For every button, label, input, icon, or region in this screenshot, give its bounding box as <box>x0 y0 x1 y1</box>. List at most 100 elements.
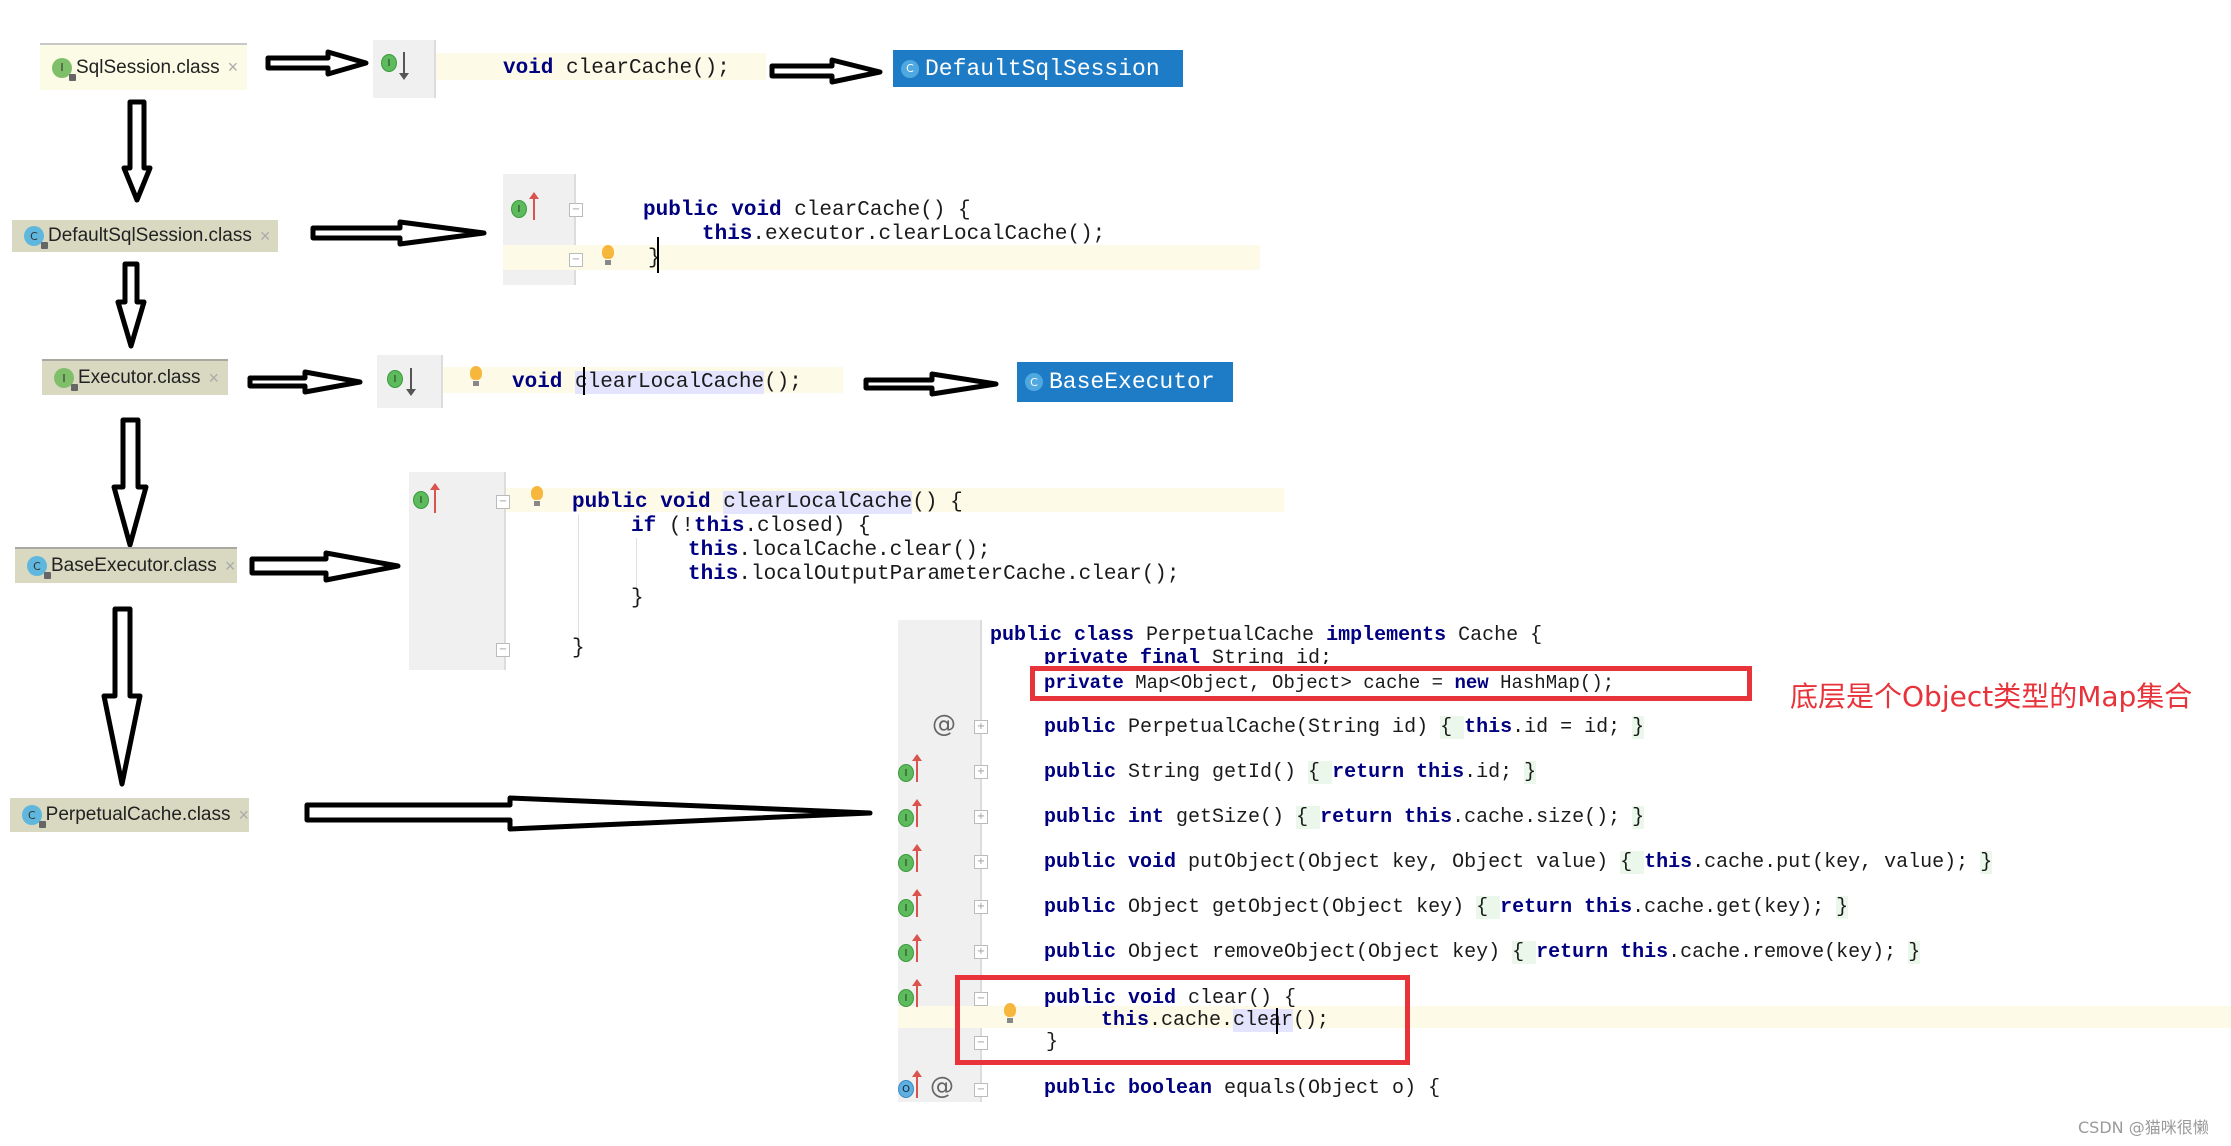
implements-arrow-icon <box>912 799 922 827</box>
implementation-popup-item[interactable]: C DefaultSqlSession <box>893 50 1183 87</box>
implements-method-icon[interactable]: I <box>511 200 527 218</box>
lock-icon <box>71 384 78 391</box>
highlight-box-cache-field <box>1030 666 1752 701</box>
tab-perpetualcache[interactable]: C PerpetualCache.class × <box>10 798 249 832</box>
tab-label: PerpetualCache.class <box>45 804 231 825</box>
fold-icon[interactable]: − <box>496 643 510 657</box>
close-icon[interactable]: × <box>228 57 239 78</box>
watermark: CSDN @猫咪很懒 <box>2078 1118 2209 1137</box>
implementation-label: BaseExecutor <box>1049 369 1215 395</box>
text-caret <box>657 237 659 273</box>
implemented-interface-icon[interactable]: I <box>381 54 397 72</box>
implements-method-icon[interactable]: I <box>898 854 914 872</box>
fold-icon[interactable]: − <box>974 1083 988 1097</box>
close-icon[interactable]: × <box>260 226 271 247</box>
fold-icon[interactable]: − <box>569 203 583 217</box>
interface-icon: I <box>54 368 78 391</box>
overrides-arrow-icon <box>912 1070 922 1098</box>
fold-expand-icon[interactable]: + <box>974 810 988 824</box>
code-line: this.localCache.clear(); <box>688 539 991 562</box>
annotation-marker-icon[interactable]: @ <box>930 1072 954 1100</box>
arrow-down-2 <box>115 261 147 349</box>
close-icon[interactable]: × <box>238 805 249 826</box>
lock-icon <box>38 821 46 828</box>
tab-sqlsession[interactable]: I SqlSession.class × <box>40 43 247 90</box>
highlight-box-clear-method <box>955 975 1410 1065</box>
implements-arrow-icon <box>912 754 922 782</box>
class-icon: C <box>22 805 46 828</box>
lock-icon <box>41 242 48 249</box>
code-line: private final String id; <box>1044 647 1333 664</box>
code-line: public void clearLocalCache() { <box>572 491 963 514</box>
class-icon: C <box>27 556 51 579</box>
implemented-by-arrow-icon <box>406 368 416 396</box>
code-line: public String getId() { return this.id; … <box>1044 761 1537 784</box>
tab-baseexecutor[interactable]: C BaseExecutor.class × <box>15 547 237 583</box>
implements-method-icon[interactable]: I <box>898 899 914 917</box>
fold-expand-icon[interactable]: + <box>974 900 988 914</box>
code-line: this.executor.clearLocalCache(); <box>702 223 1106 246</box>
implements-arrow-icon <box>912 979 922 1007</box>
code-line: public void putObject(Object key, Object… <box>1044 851 1993 874</box>
implements-method-icon[interactable]: I <box>413 491 429 509</box>
fold-icon[interactable]: − <box>569 253 583 267</box>
fold-icon[interactable]: − <box>496 495 510 509</box>
fold-expand-icon[interactable]: + <box>974 765 988 779</box>
arrow-down-3 <box>111 417 149 548</box>
interface-icon: I <box>52 57 76 81</box>
class-icon: C <box>1025 373 1043 391</box>
tab-executor[interactable]: I Executor.class × <box>42 359 228 395</box>
tab-label: SqlSession.class <box>76 56 220 78</box>
text-caret <box>583 367 585 395</box>
arrow-decl-to-target <box>769 57 883 85</box>
class-icon: C <box>901 59 919 78</box>
fold-expand-icon[interactable]: + <box>974 720 988 734</box>
lock-icon <box>69 73 76 81</box>
implements-method-icon[interactable]: I <box>898 944 914 962</box>
implemented-interface-icon[interactable]: I <box>387 370 403 388</box>
implements-arrow-icon <box>912 889 922 917</box>
implements-method-icon[interactable]: I <box>898 764 914 782</box>
implemented-by-arrow-icon <box>399 52 409 80</box>
lightbulb-icon[interactable] <box>470 366 482 386</box>
implements-arrow-icon <box>912 934 922 962</box>
arrow-executor-to-decl <box>247 369 363 395</box>
implementation-label: DefaultSqlSession <box>925 55 1160 82</box>
indent-guide <box>578 514 579 654</box>
overrides-method-icon[interactable]: O <box>898 1080 914 1098</box>
arrow-sqlsession-to-decl <box>265 49 369 77</box>
code-line: public Object getObject(Object key) { re… <box>1044 896 1849 919</box>
lock-icon <box>44 572 51 579</box>
implements-method-icon[interactable]: I <box>898 809 914 827</box>
implements-arrow-icon <box>529 192 539 220</box>
implements-arrow-icon <box>430 483 440 513</box>
close-icon[interactable]: × <box>225 556 236 577</box>
arrow-down-4 <box>101 606 143 787</box>
class-icon: C <box>24 226 48 249</box>
code-line: public void clearCache() { <box>643 199 971 222</box>
code-line: void clearLocalCache(); <box>512 371 802 394</box>
lightbulb-icon[interactable] <box>602 245 614 265</box>
code-line: public int getSize() { return this.cache… <box>1044 806 1645 829</box>
code-line: public PerpetualCache(String id) { this.… <box>1044 716 1645 739</box>
code-line: public boolean equals(Object o) { <box>1044 1077 1441 1100</box>
implementation-popup-item[interactable]: C BaseExecutor <box>1017 362 1233 402</box>
code-line: } <box>572 637 585 660</box>
code-line: if (!this.closed) { <box>631 515 871 538</box>
code-line: } <box>631 587 644 610</box>
lightbulb-icon[interactable] <box>531 486 543 506</box>
annotation-marker-icon[interactable]: @ <box>932 710 956 738</box>
close-icon[interactable]: × <box>209 368 220 389</box>
fold-expand-icon[interactable]: + <box>974 945 988 959</box>
code-line: void clearCache(); <box>503 57 730 80</box>
current-line-highlight <box>503 245 1260 270</box>
arrow-perpetualcache-to-code <box>304 795 873 832</box>
annotation-text: 底层是个Object类型的Map集合 <box>1790 680 2193 713</box>
implements-method-icon[interactable]: I <box>898 989 914 1007</box>
tab-defaultsqlsession[interactable]: C DefaultSqlSession.class × <box>12 220 278 252</box>
tab-label: BaseExecutor.class <box>51 555 217 576</box>
fold-expand-icon[interactable]: + <box>974 855 988 869</box>
arrow-down-1 <box>121 99 153 203</box>
arrow-baseexecutor-to-impl <box>249 550 401 583</box>
code-line: public Object removeObject(Object key) {… <box>1044 941 1921 964</box>
